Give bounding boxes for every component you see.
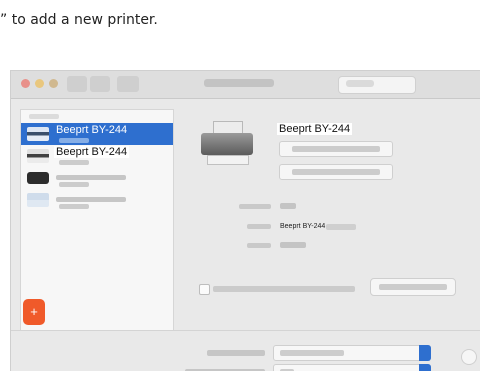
- printer-list-header: [29, 114, 59, 119]
- printer-icon: [27, 127, 49, 141]
- minimize-icon[interactable]: [35, 79, 44, 88]
- forward-button[interactable]: [90, 76, 110, 92]
- printer-status: [59, 138, 89, 143]
- printer-name: Beeprt BY-244: [54, 146, 130, 158]
- selected-printer-name: Beeprt BY-244: [277, 123, 353, 135]
- share-printer-checkbox[interactable]: [199, 284, 210, 295]
- chevron-updown-icon: [419, 345, 431, 361]
- divider: [11, 330, 480, 331]
- printer-list-item[interactable]: Beeprt BY-244: [21, 123, 173, 145]
- printer-icon: [27, 172, 49, 184]
- status-value: [280, 242, 306, 248]
- default-printer-label: [207, 350, 265, 356]
- printer-status: [59, 204, 89, 209]
- printer-name: Beeprt BY-244: [56, 124, 128, 136]
- back-button[interactable]: [67, 76, 87, 92]
- search-icon: [346, 80, 374, 87]
- printer-list: Beeprt BY-244 Beeprt BY-244: [20, 109, 174, 331]
- printer-status: [59, 160, 89, 165]
- printer-name: [56, 197, 126, 202]
- zoom-icon[interactable]: [49, 79, 58, 88]
- printer-icon: [27, 193, 49, 207]
- add-printer-button[interactable]: +: [23, 299, 45, 325]
- printer-list-item[interactable]: Beeprt BY-244: [21, 145, 173, 167]
- printer-status: [59, 182, 89, 187]
- sharing-preferences-button[interactable]: [370, 278, 456, 296]
- status-label: [247, 243, 271, 248]
- close-icon[interactable]: [21, 79, 30, 88]
- kind-value-suffix: [326, 224, 356, 230]
- location-value: [280, 203, 296, 209]
- help-icon[interactable]: [461, 349, 477, 365]
- title-bar: [11, 71, 480, 99]
- kind-label: [247, 224, 271, 229]
- printer-name: [56, 175, 126, 180]
- printer-large-icon: [201, 121, 253, 165]
- kind-value: Beeprt BY-244: [280, 223, 326, 230]
- share-printer-label: [213, 286, 355, 292]
- show-all-button[interactable]: [117, 76, 139, 92]
- printer-icon: [27, 149, 49, 163]
- search-field[interactable]: [338, 76, 416, 94]
- open-print-queue-button[interactable]: [279, 141, 393, 157]
- printers-scanners-window: Beeprt BY-244 Beeprt BY-244 + Beeprt BY-…: [10, 70, 480, 371]
- location-label: [239, 204, 271, 209]
- printer-list-item[interactable]: [21, 189, 173, 211]
- paper-size-select[interactable]: [273, 364, 431, 371]
- window-title: [204, 79, 274, 87]
- printer-list-item[interactable]: [21, 167, 173, 189]
- instruction-caption: ” to add a new printer.: [0, 12, 158, 28]
- options-supplies-button[interactable]: [279, 164, 393, 180]
- default-printer-select[interactable]: [273, 345, 431, 361]
- chevron-updown-icon: [419, 364, 431, 371]
